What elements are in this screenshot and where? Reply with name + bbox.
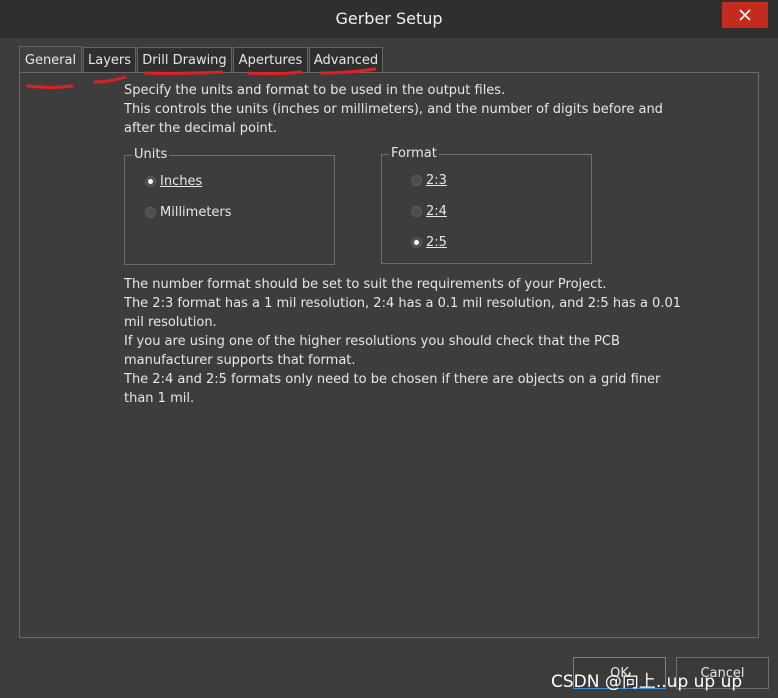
tab-apertures-label: Apertures: [238, 52, 303, 68]
watermark: CSDN @向上..up up up: [551, 672, 743, 692]
close-icon: [739, 9, 751, 21]
tab-advanced-label: Advanced: [313, 52, 379, 68]
format-2-4-radio[interactable]: 2:4: [411, 204, 447, 219]
note-line: manufacturer supports that format.: [124, 353, 356, 368]
close-button[interactable]: [722, 2, 768, 28]
note-line: The 2:3 format has a 1 mil resolution, 2…: [124, 296, 681, 311]
format-2-3-radio[interactable]: 2:3: [411, 173, 447, 188]
title-bar: Gerber Setup: [0, 0, 778, 38]
radio-indicator: [411, 237, 422, 248]
tab-drill-drawing[interactable]: Drill Drawing: [137, 47, 232, 72]
tab-general-label: General: [24, 52, 77, 68]
window-title: Gerber Setup: [335, 9, 443, 28]
note-line: than 1 mil.: [124, 391, 195, 406]
radio-indicator: [145, 207, 156, 218]
tab-advanced[interactable]: Advanced: [309, 47, 383, 72]
format-2-3-label: 2:3: [426, 173, 447, 188]
radio-indicator: [411, 175, 422, 186]
intro-line: Specify the units and format to be used …: [124, 83, 506, 98]
format-2-5-radio[interactable]: 2:5: [411, 235, 447, 250]
note-line: mil resolution.: [124, 315, 217, 330]
note-line: The 2:4 and 2:5 formats only need to be …: [124, 372, 661, 387]
units-inches-label: Inches: [160, 174, 203, 189]
tab-layers-label: Layers: [87, 52, 132, 68]
units-millimeters-radio[interactable]: Millimeters: [145, 205, 232, 220]
units-millimeters-label: Millimeters: [160, 205, 232, 220]
tab-apertures[interactable]: Apertures: [233, 47, 308, 72]
units-inches-radio[interactable]: Inches: [145, 174, 202, 189]
note-line: If you are using one of the higher resol…: [124, 334, 620, 349]
tab-drill-drawing-label: Drill Drawing: [142, 52, 227, 68]
radio-indicator: [145, 176, 156, 187]
format-2-4-label: 2:4: [426, 204, 447, 219]
intro-line: This controls the units (inches or milli…: [124, 102, 663, 117]
format-2-5-label: 2:5: [426, 235, 447, 250]
tab-layers[interactable]: Layers: [83, 47, 136, 72]
note-line: The number format should be set to suit …: [124, 277, 607, 292]
units-group-label: Units: [132, 146, 170, 164]
radio-indicator: [411, 206, 422, 217]
intro-line: after the decimal point.: [124, 121, 278, 136]
tab-general[interactable]: General: [19, 46, 82, 73]
format-group-label: Format: [389, 145, 439, 163]
